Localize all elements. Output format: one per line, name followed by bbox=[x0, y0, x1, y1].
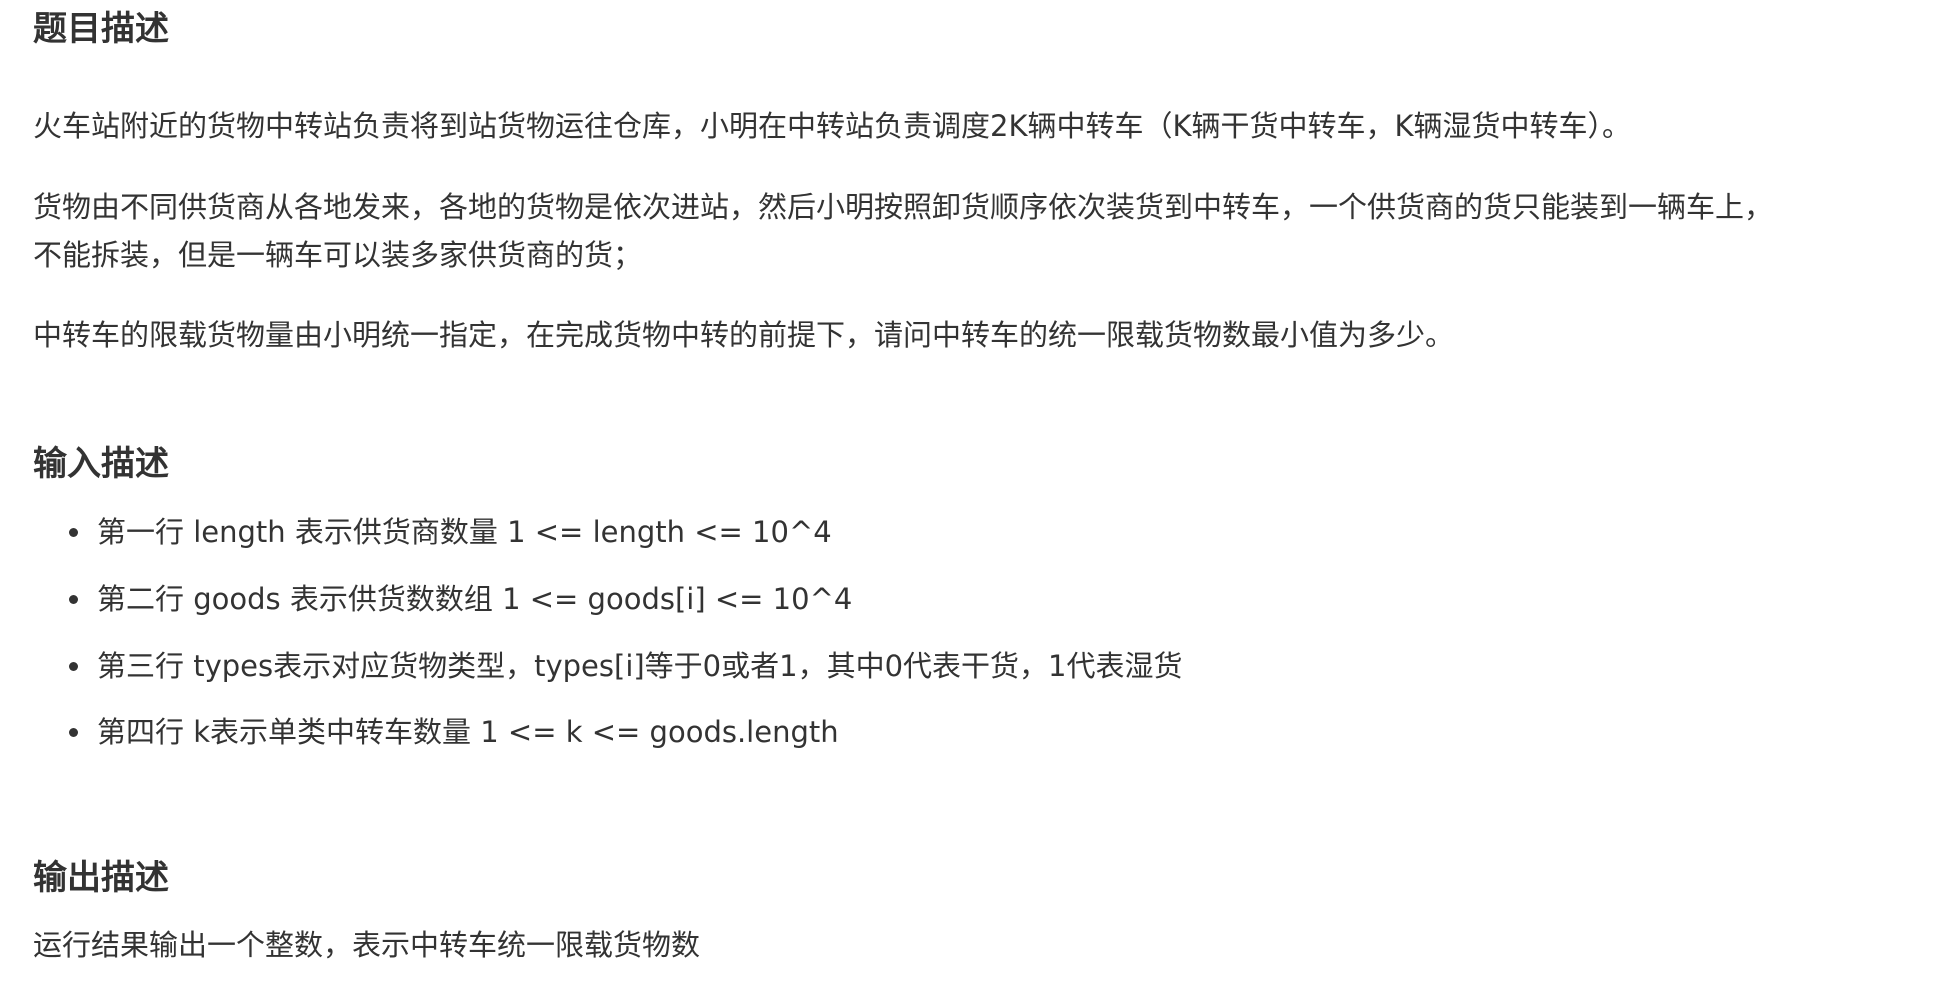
description-paragraph-1: 火车站附近的货物中转站负责将到站货物运往仓库，小明在中转站负责调度2K辆中转车（… bbox=[33, 109, 1632, 143]
description-paragraph-2-line-2: 不能拆装，但是一辆车可以装多家供货商的货； bbox=[33, 238, 643, 272]
input-item-text: 第三行 types表示对应货物类型，types[i]等于0或者1，其中0代表干货… bbox=[97, 649, 1183, 683]
output-heading: 输出描述 bbox=[33, 858, 169, 898]
input-item-text: 第四行 k表示单类中转车数量 1 <= k <= goods.length bbox=[97, 715, 839, 749]
input-item-text: 第二行 goods 表示供货数数组 1 <= goods[i] <= 10^4 bbox=[97, 582, 853, 616]
input-item-text: 第一行 length 表示供货商数量 1 <= length <= 10^4 bbox=[97, 515, 832, 549]
output-text: 运行结果输出一个整数，表示中转车统一限载货物数 bbox=[33, 928, 701, 962]
bullet-icon bbox=[69, 595, 78, 604]
description-heading: 题目描述 bbox=[33, 9, 169, 49]
bullet-icon bbox=[69, 528, 78, 537]
description-paragraph-2-line-1: 货物由不同供货商从各地发来，各地的货物是依次进站，然后小明按照卸货顺序依次装货到… bbox=[33, 190, 1774, 224]
bullet-icon bbox=[69, 662, 78, 671]
bullet-icon bbox=[69, 728, 78, 737]
description-paragraph-3: 中转车的限载货物量由小明统一指定，在完成货物中转的前提下，请问中转车的统一限载货… bbox=[33, 318, 1455, 352]
input-heading: 输入描述 bbox=[33, 444, 169, 484]
